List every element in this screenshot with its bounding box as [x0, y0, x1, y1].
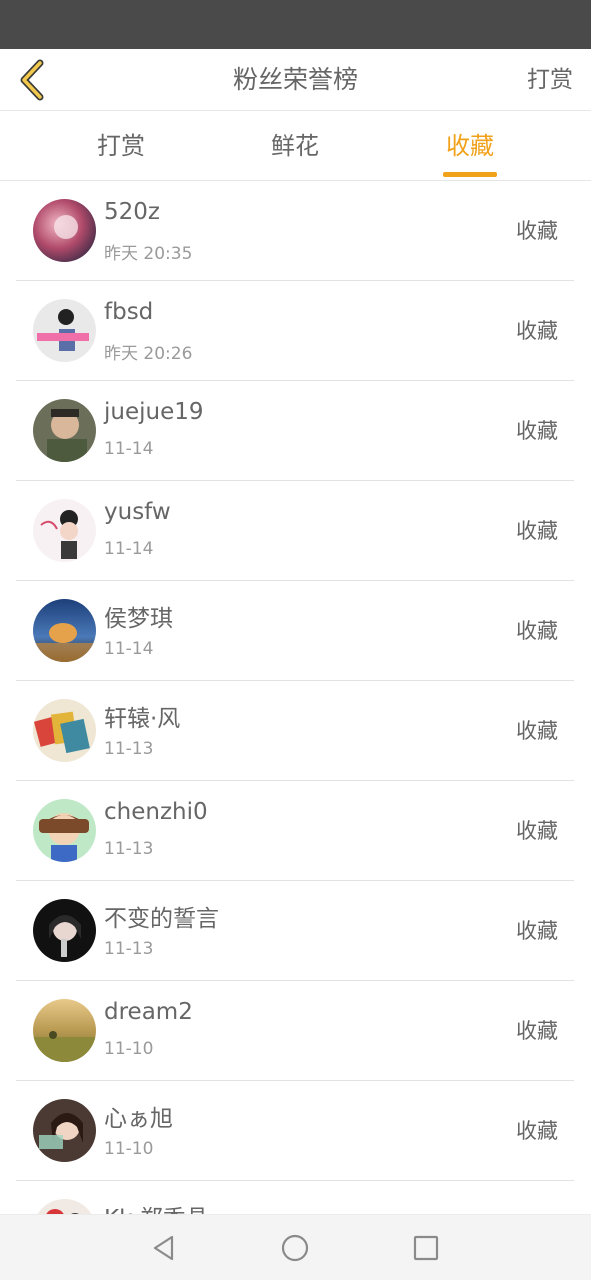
fan-time: 昨天 20:26	[104, 344, 193, 364]
tab-flowers[interactable]: 鲜花	[268, 111, 322, 181]
tab-label: 鲜花	[271, 132, 319, 160]
tab-label: 打赏	[97, 132, 145, 160]
collect-label: 收藏	[516, 1119, 558, 1143]
fan-time: 11-14	[104, 539, 154, 559]
avatar	[33, 1099, 96, 1162]
fan-name: juejue19	[104, 399, 204, 425]
collect-label: 收藏	[516, 619, 558, 643]
list-item[interactable]: 心ぁ旭 11-10 收藏	[16, 1081, 574, 1181]
page-title: 粉丝荣誉榜	[232, 65, 358, 94]
fan-list[interactable]: 520z 昨天 20:35 收藏 fbsd 昨天 20:26 收藏 juejue…	[0, 181, 591, 1214]
fan-name: 不变的誓言	[104, 906, 219, 932]
collect-label: 收藏	[516, 319, 558, 343]
tab-reward[interactable]: 打赏	[94, 111, 148, 181]
fan-name: fbsd	[104, 299, 154, 325]
avatar	[33, 799, 96, 862]
collect-label: 收藏	[516, 919, 558, 943]
list-item[interactable]: chenzhi0 11-13 收藏	[16, 781, 574, 881]
tab-label: 收藏	[446, 132, 494, 160]
list-item[interactable]: Kk 郑秀晶	[16, 1181, 574, 1214]
collect-label: 收藏	[516, 219, 558, 243]
system-navigation-bar	[0, 1214, 591, 1280]
active-tab-indicator	[443, 172, 497, 177]
avatar	[33, 199, 96, 262]
avatar	[33, 599, 96, 662]
list-item[interactable]: 轩辕·风 11-13 收藏	[16, 681, 574, 781]
status-bar	[0, 0, 591, 49]
fan-name: dream2	[104, 999, 193, 1025]
list-item[interactable]: dream2 11-10 收藏	[16, 981, 574, 1081]
nav-home-button[interactable]	[278, 1231, 312, 1265]
list-item[interactable]: 侯梦琪 11-14 收藏	[16, 581, 574, 681]
avatar	[33, 699, 96, 762]
fan-name: 侯梦琪	[104, 606, 173, 632]
fan-name: 心ぁ旭	[104, 1106, 173, 1132]
reward-header-button[interactable]: 打赏	[527, 49, 573, 111]
avatar	[33, 1199, 96, 1214]
list-item[interactable]: 不变的誓言 11-13 收藏	[16, 881, 574, 981]
header-bar: 粉丝荣誉榜 打赏	[0, 49, 591, 111]
fan-time: 11-10	[104, 1039, 154, 1059]
avatar	[33, 899, 96, 962]
avatar	[33, 399, 96, 462]
list-item[interactable]: yusfw 11-14 收藏	[16, 481, 574, 581]
list-item[interactable]: fbsd 昨天 20:26 收藏	[16, 281, 574, 381]
nav-recents-button[interactable]	[409, 1231, 443, 1265]
fan-time: 11-10	[104, 1139, 154, 1159]
list-item[interactable]: 520z 昨天 20:35 收藏	[16, 181, 574, 281]
list-item[interactable]: juejue19 11-14 收藏	[16, 381, 574, 481]
fan-name: 520z	[104, 199, 160, 225]
collect-label: 收藏	[516, 419, 558, 443]
avatar	[33, 299, 96, 362]
fan-name: yusfw	[104, 499, 171, 525]
fan-time: 11-13	[104, 739, 154, 759]
fan-time: 11-14	[104, 439, 154, 459]
fan-name: 轩辕·风	[104, 706, 181, 732]
fan-time: 11-13	[104, 839, 154, 859]
collect-label: 收藏	[516, 719, 558, 743]
avatar	[33, 499, 96, 562]
fan-name: chenzhi0	[104, 799, 208, 825]
home-circle-icon	[281, 1234, 309, 1262]
tab-bar: 打赏 鲜花 收藏	[0, 111, 591, 181]
back-triangle-icon	[153, 1235, 174, 1261]
collect-label: 收藏	[516, 519, 558, 543]
fan-time: 11-14	[104, 639, 154, 659]
fan-time: 11-13	[104, 939, 154, 959]
collect-label: 收藏	[516, 819, 558, 843]
collect-label: 收藏	[516, 1019, 558, 1043]
tab-collect[interactable]: 收藏	[443, 111, 497, 181]
fan-name: Kk 郑秀晶	[104, 1199, 209, 1214]
fan-time: 昨天 20:35	[104, 244, 193, 264]
avatar	[33, 999, 96, 1062]
nav-back-button[interactable]	[147, 1231, 181, 1265]
recents-square-icon	[413, 1235, 439, 1261]
